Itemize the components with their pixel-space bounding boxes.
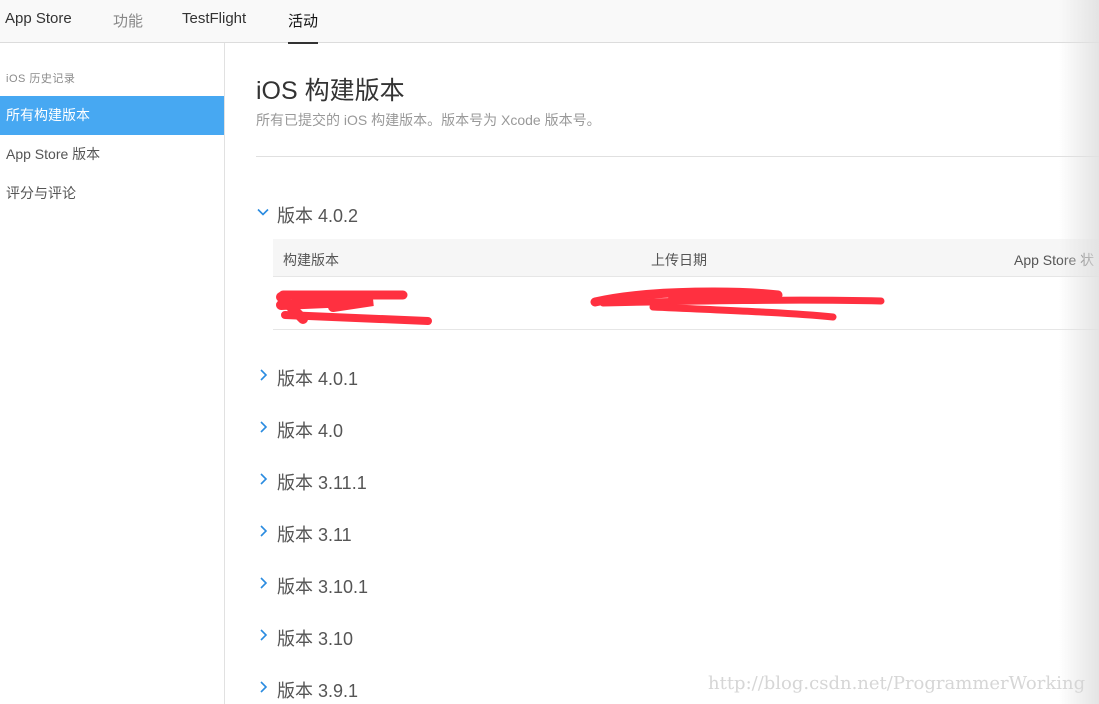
- version-label: 版本 3.9.1: [277, 681, 359, 701]
- chevron-right-icon: [256, 472, 274, 490]
- chevron-right-icon: [256, 680, 274, 698]
- version-row-expanded[interactable]: 版本 4.0.2: [256, 201, 556, 227]
- version-label: 版本 3.11: [277, 525, 352, 545]
- top-navigation: App Store 功能 TestFlight 活动: [0, 0, 1099, 44]
- column-header-build: 构建版本: [283, 252, 339, 268]
- sidebar-item-app-store-versions[interactable]: App Store 版本: [0, 135, 224, 174]
- chevron-right-icon: [256, 628, 274, 646]
- version-row[interactable]: 版本 3.11: [256, 520, 556, 546]
- table-header: 构建版本 上传日期 App Store 状: [273, 239, 1099, 277]
- page-title: iOS 构建版本: [256, 77, 405, 105]
- chevron-right-icon: [256, 420, 274, 438]
- version-label: 版本 3.11.1: [277, 473, 367, 493]
- column-header-app-store-status: App Store 状: [1014, 252, 1095, 268]
- chevron-right-icon: [256, 524, 274, 542]
- version-label: 版本 4.0: [277, 421, 344, 441]
- version-row[interactable]: 版本 3.11.1: [256, 468, 556, 494]
- redaction-scribble: [276, 287, 885, 325]
- version-row[interactable]: 版本 3.9.1: [256, 676, 556, 702]
- version-label: 版本 4.0.1: [277, 369, 359, 389]
- chevron-down-icon: [256, 205, 274, 223]
- divider: [256, 156, 1099, 157]
- sidebar: iOS 历史记录 所有构建版本 App Store 版本 评分与评论: [0, 43, 225, 704]
- version-label: 版本 3.10: [277, 629, 354, 649]
- table-row[interactable]: [273, 277, 1099, 330]
- version-row[interactable]: 版本 4.0: [256, 416, 556, 442]
- watermark: http://blog.csdn.net/ProgrammerWorking: [708, 673, 1086, 694]
- version-row[interactable]: 版本 3.10: [256, 624, 556, 650]
- sidebar-item-ratings-reviews[interactable]: 评分与评论: [0, 174, 224, 213]
- version-row[interactable]: 版本 4.0.1: [256, 364, 556, 390]
- tab-activity[interactable]: 活动: [288, 10, 319, 44]
- tab-features[interactable]: 功能: [113, 10, 143, 31]
- page-subtitle: 所有已提交的 iOS 构建版本。版本号为 Xcode 版本号。: [256, 112, 601, 128]
- main-content: iOS 构建版本 所有已提交的 iOS 构建版本。版本号为 Xcode 版本号。…: [225, 43, 1099, 704]
- version-label: 版本 3.10.1: [277, 577, 369, 597]
- tab-app-store[interactable]: App Store: [5, 10, 72, 27]
- sidebar-header: iOS 历史记录: [6, 73, 76, 85]
- chevron-right-icon: [256, 368, 274, 386]
- chevron-right-icon: [256, 576, 274, 594]
- sidebar-item-all-builds[interactable]: 所有构建版本: [0, 96, 224, 135]
- tab-testflight[interactable]: TestFlight: [182, 10, 246, 27]
- version-row[interactable]: 版本 3.10.1: [256, 572, 556, 598]
- version-label: 版本 4.0.2: [277, 206, 359, 226]
- column-header-upload-date: 上传日期: [651, 252, 707, 268]
